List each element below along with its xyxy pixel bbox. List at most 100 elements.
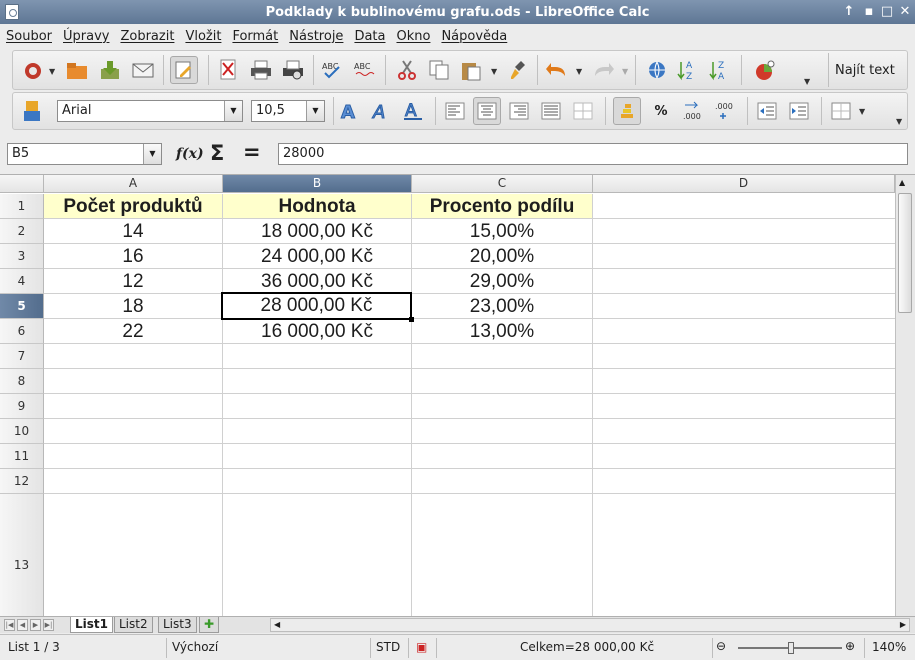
decrease-indent-icon[interactable] xyxy=(753,97,781,125)
open-folder-icon[interactable] xyxy=(63,56,91,84)
name-box[interactable]: B5 ▼ xyxy=(7,143,162,165)
menu-napoveda[interactable]: Nápověda xyxy=(441,29,513,44)
edit-file-icon[interactable] xyxy=(170,56,198,84)
page-style[interactable]: Výchozí xyxy=(172,640,218,654)
next-sheet-icon[interactable]: ▶ xyxy=(30,619,41,631)
row-header-13[interactable]: 13 xyxy=(0,494,44,616)
scroll-right-icon[interactable]: ▶ xyxy=(900,620,906,629)
cell-c1[interactable]: Procento podílu xyxy=(412,194,592,218)
menu-soubor[interactable]: Soubor xyxy=(6,29,58,44)
spreadsheet-grid[interactable]: A B C D 1 2 3 4 5 6 7 8 9 10 11 12 13 Po… xyxy=(0,174,915,616)
row-header-1[interactable]: 1 xyxy=(0,194,44,219)
column-header-b[interactable]: B xyxy=(223,175,412,193)
cell-a1[interactable]: Počet produktů xyxy=(44,194,222,218)
sort-ascending-icon[interactable]: AZ xyxy=(675,56,703,84)
vertical-scrollbar[interactable]: ▲ xyxy=(895,175,915,616)
row-header-9[interactable]: 9 xyxy=(0,394,44,419)
save-icon[interactable] xyxy=(96,56,124,84)
cell-a5[interactable]: 18 xyxy=(44,294,222,318)
sheet-tab-list2[interactable]: List2 xyxy=(114,617,153,633)
cell-b3[interactable]: 24 000,00 Kč xyxy=(223,244,411,268)
column-header-d[interactable]: D xyxy=(593,175,895,193)
chevron-down-icon[interactable]: ▼ xyxy=(224,101,242,121)
cell-c2[interactable]: 15,00% xyxy=(412,219,592,243)
menu-nastroje[interactable]: Nástroje xyxy=(289,29,349,44)
undo-icon[interactable] xyxy=(543,56,571,84)
scroll-up-icon[interactable]: ▲ xyxy=(899,178,905,187)
print-icon[interactable] xyxy=(247,56,275,84)
number-format-icon[interactable]: .000 xyxy=(679,97,707,125)
cell-c4[interactable]: 29,00% xyxy=(412,269,592,293)
row-header-3[interactable]: 3 xyxy=(0,244,44,269)
sort-descending-icon[interactable]: ZA xyxy=(707,56,735,84)
copy-icon[interactable] xyxy=(425,56,453,84)
add-sheet-icon[interactable]: ✚ xyxy=(199,617,220,633)
cell-a4[interactable]: 12 xyxy=(44,269,222,293)
font-name-select[interactable]: Arial ▼ xyxy=(57,100,243,122)
hyperlink-icon[interactable] xyxy=(643,56,671,84)
row-header-8[interactable]: 8 xyxy=(0,369,44,394)
row-header-10[interactable]: 10 xyxy=(0,419,44,444)
column-header-c[interactable]: C xyxy=(412,175,593,193)
cell-c6[interactable]: 13,00% xyxy=(412,319,592,343)
menu-format[interactable]: Formát xyxy=(232,29,284,44)
toolbar-overflow-icon[interactable]: ▼ xyxy=(896,117,902,126)
select-all-corner[interactable] xyxy=(0,175,44,193)
cell-b5-selected[interactable]: 28 000,00 Kč xyxy=(221,292,412,320)
align-center-icon[interactable] xyxy=(473,97,501,125)
paste-dropdown-icon[interactable]: ▼ xyxy=(491,67,497,76)
currency-format-icon[interactable] xyxy=(613,97,641,125)
first-sheet-icon[interactable]: |◀ xyxy=(4,619,15,631)
zoom-slider-thumb[interactable] xyxy=(788,642,794,654)
email-icon[interactable] xyxy=(129,56,157,84)
menu-data[interactable]: Data xyxy=(354,29,391,44)
font-size-select[interactable]: 10,5 ▼ xyxy=(251,100,325,122)
row-header-4[interactable]: 4 xyxy=(0,269,44,294)
cell-c5[interactable]: 23,00% xyxy=(412,294,592,318)
vertical-scroll-thumb[interactable] xyxy=(898,193,912,313)
add-decimal-icon[interactable]: .000 xyxy=(711,97,739,125)
function-wizard-icon[interactable]: f(x) xyxy=(176,146,204,162)
cell-b1[interactable]: Hodnota xyxy=(223,194,411,218)
cell-b6[interactable]: 16 000,00 Kč xyxy=(223,319,411,343)
zoom-in-icon[interactable]: ⊕ xyxy=(845,639,855,653)
formula-input[interactable]: 28000 xyxy=(278,143,908,165)
shade-icon[interactable]: ↑ xyxy=(841,4,857,20)
menu-vlozit[interactable]: Vložit xyxy=(185,29,227,44)
cell-c3[interactable]: 20,00% xyxy=(412,244,592,268)
cut-icon[interactable] xyxy=(393,56,421,84)
column-header-a[interactable]: A xyxy=(44,175,223,193)
clone-formatting-icon[interactable] xyxy=(505,56,533,84)
prev-sheet-icon[interactable]: ◀ xyxy=(17,619,28,631)
equals-icon[interactable]: = xyxy=(243,140,261,164)
percent-format-icon[interactable]: % xyxy=(647,97,675,125)
cell-a6[interactable]: 22 xyxy=(44,319,222,343)
toolbar-overflow-icon[interactable]: ▼ xyxy=(804,77,810,86)
menu-okno[interactable]: Okno xyxy=(396,29,436,44)
row-header-7[interactable]: 7 xyxy=(0,344,44,369)
align-right-icon[interactable] xyxy=(505,97,533,125)
row-header-11[interactable]: 11 xyxy=(0,444,44,469)
close-icon[interactable]: ✕ xyxy=(897,4,913,20)
menu-upravy[interactable]: Úpravy xyxy=(63,29,115,44)
find-text-field[interactable]: Najít text xyxy=(828,53,910,87)
last-sheet-icon[interactable]: ▶| xyxy=(43,619,54,631)
cell-a2[interactable]: 14 xyxy=(44,219,222,243)
sheet-tab-list1[interactable]: List1 xyxy=(70,617,113,633)
sum-icon[interactable]: Σ xyxy=(210,141,224,165)
maximize-icon[interactable]: □ xyxy=(879,4,895,20)
new-dropdown-icon[interactable]: ▼ xyxy=(49,67,55,76)
sheet-tab-list3[interactable]: List3 xyxy=(158,617,197,633)
export-pdf-icon[interactable] xyxy=(214,56,242,84)
spellcheck-icon[interactable]: ABC xyxy=(319,56,347,84)
cell-b4[interactable]: 36 000,00 Kč xyxy=(223,269,411,293)
redo-icon[interactable] xyxy=(589,56,617,84)
scroll-left-icon[interactable]: ◀ xyxy=(274,620,280,629)
cell-b2[interactable]: 18 000,00 Kč xyxy=(223,219,411,243)
undo-dropdown-icon[interactable]: ▼ xyxy=(576,67,582,76)
paste-icon[interactable] xyxy=(457,56,485,84)
borders-dropdown-icon[interactable]: ▼ xyxy=(859,107,865,116)
chart-icon[interactable] xyxy=(751,56,779,84)
underline-icon[interactable]: A xyxy=(399,97,427,125)
row-header-12[interactable]: 12 xyxy=(0,469,44,494)
